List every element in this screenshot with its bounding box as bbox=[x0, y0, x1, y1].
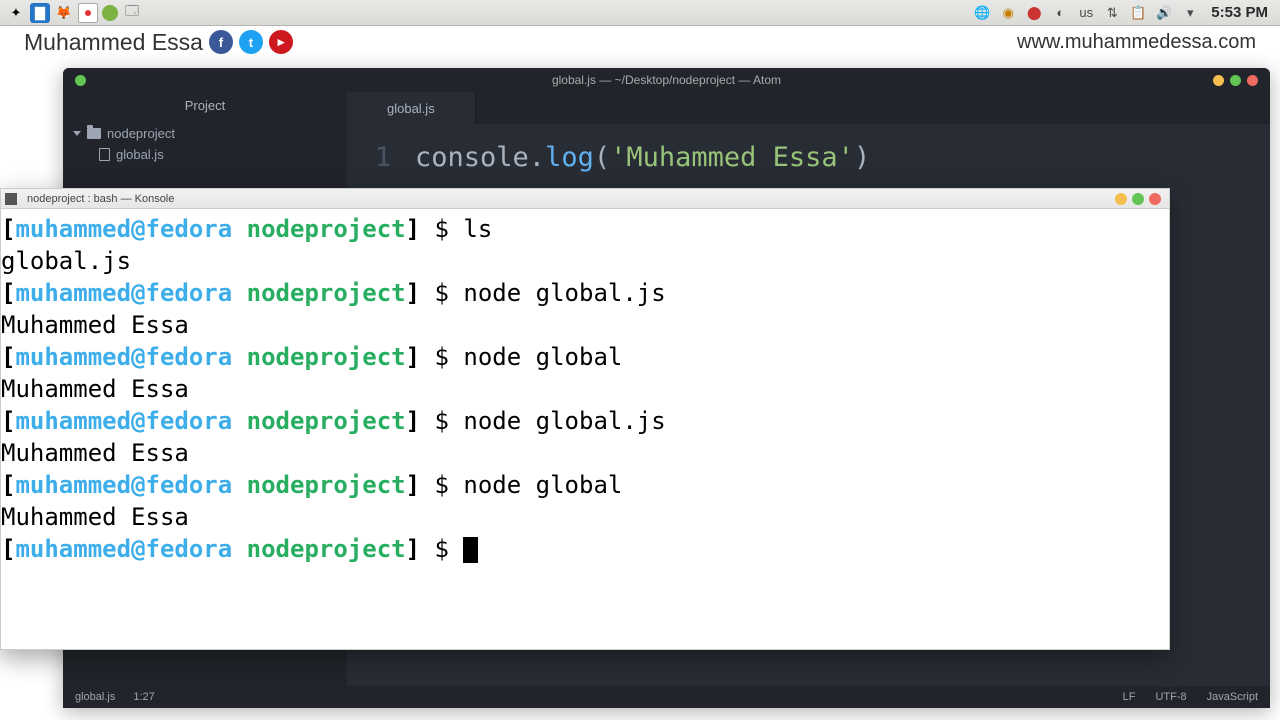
atom-statusbar: global.js 1:27 LF UTF-8 JavaScript bbox=[63, 686, 1270, 708]
status-encoding[interactable]: UTF-8 bbox=[1155, 691, 1186, 703]
volume-icon[interactable]: 🔊 bbox=[1155, 3, 1173, 23]
maximize-button[interactable] bbox=[1132, 193, 1144, 205]
atom-titlebar[interactable]: global.js — ~/Desktop/nodeproject — Atom bbox=[63, 68, 1270, 92]
app-icon[interactable] bbox=[102, 5, 118, 21]
minimize-button[interactable] bbox=[1115, 193, 1127, 205]
recorder-icon[interactable] bbox=[78, 3, 98, 23]
chevron-down-icon bbox=[73, 131, 81, 136]
tray-icon[interactable]: 🌐 bbox=[973, 3, 991, 23]
sidebar-header: Project bbox=[63, 92, 347, 119]
clipboard-icon[interactable]: 📋 bbox=[1129, 3, 1147, 23]
maximize-button[interactable] bbox=[1230, 75, 1241, 86]
code-token: ( bbox=[594, 142, 610, 173]
files-icon[interactable]: ▇ bbox=[30, 3, 50, 23]
firefox-icon[interactable]: 🦊 bbox=[54, 3, 74, 23]
record-icon[interactable]: ⬤ bbox=[1025, 3, 1043, 23]
code-token: 'Muhammed Essa' bbox=[610, 142, 854, 173]
branding-bar: Muhammed Essa f t ▸ www.muhammedessa.com bbox=[0, 26, 1280, 58]
app-icon-2[interactable]: 🗔 bbox=[122, 3, 142, 23]
code-token: . bbox=[529, 142, 545, 173]
status-eol[interactable]: LF bbox=[1123, 691, 1136, 703]
keyboard-layout[interactable]: us bbox=[1077, 3, 1095, 23]
file-icon bbox=[99, 148, 110, 161]
clock[interactable]: 5:53 PM bbox=[1211, 4, 1268, 21]
tree-folder[interactable]: nodeproject bbox=[63, 123, 347, 144]
tray-icon[interactable]: ◉ bbox=[999, 3, 1017, 23]
code-token: ) bbox=[854, 142, 870, 173]
folder-label: nodeproject bbox=[107, 126, 175, 141]
folder-icon bbox=[87, 128, 101, 139]
terminal-window: nodeproject : bash — Konsole [muhammed@f… bbox=[0, 188, 1170, 650]
code-token: console bbox=[415, 142, 529, 173]
system-taskbar: ✦ ▇ 🦊 🗔 🌐 ◉ ⬤ ◐ us ⇅ 📋 🔊 ▾ 5:53 PM bbox=[0, 0, 1280, 26]
minimize-button[interactable] bbox=[1213, 75, 1224, 86]
terminal-icon bbox=[5, 193, 17, 205]
file-label: global.js bbox=[116, 147, 164, 162]
website-url: www.muhammedessa.com bbox=[1017, 31, 1256, 54]
chevron-down-icon[interactable]: ▾ bbox=[1181, 3, 1199, 23]
terminal-title: nodeproject : bash — Konsole bbox=[27, 193, 174, 205]
author-name: Muhammed Essa bbox=[24, 29, 203, 56]
activities-icon[interactable]: ✦ bbox=[6, 3, 26, 23]
status-language[interactable]: JavaScript bbox=[1207, 691, 1258, 703]
editor-tab[interactable]: global.js bbox=[347, 92, 476, 124]
terminal-titlebar[interactable]: nodeproject : bash — Konsole bbox=[1, 189, 1169, 209]
code-area[interactable]: 1 console.log('Muhammed Essa') bbox=[347, 124, 1270, 191]
editor-tabs: global.js bbox=[347, 92, 1270, 124]
youtube-icon[interactable]: ▸ bbox=[269, 30, 293, 54]
twitter-icon[interactable]: t bbox=[239, 30, 263, 54]
facebook-icon[interactable]: f bbox=[209, 30, 233, 54]
terminal-output[interactable]: [muhammed@fedora nodeproject] $ ls globa… bbox=[1, 209, 1169, 565]
code-token: log bbox=[545, 142, 594, 173]
tray-icon[interactable]: ◐ bbox=[1051, 3, 1069, 23]
tree-file[interactable]: global.js bbox=[63, 144, 347, 165]
close-button[interactable] bbox=[1149, 193, 1161, 205]
line-number: 1 bbox=[369, 142, 415, 173]
status-file: global.js bbox=[75, 691, 115, 703]
status-cursor-pos: 1:27 bbox=[133, 691, 154, 703]
close-button[interactable] bbox=[1247, 75, 1258, 86]
atom-title: global.js — ~/Desktop/nodeproject — Atom bbox=[552, 73, 781, 87]
network-icon[interactable]: ⇅ bbox=[1103, 3, 1121, 23]
window-button[interactable] bbox=[75, 75, 86, 86]
